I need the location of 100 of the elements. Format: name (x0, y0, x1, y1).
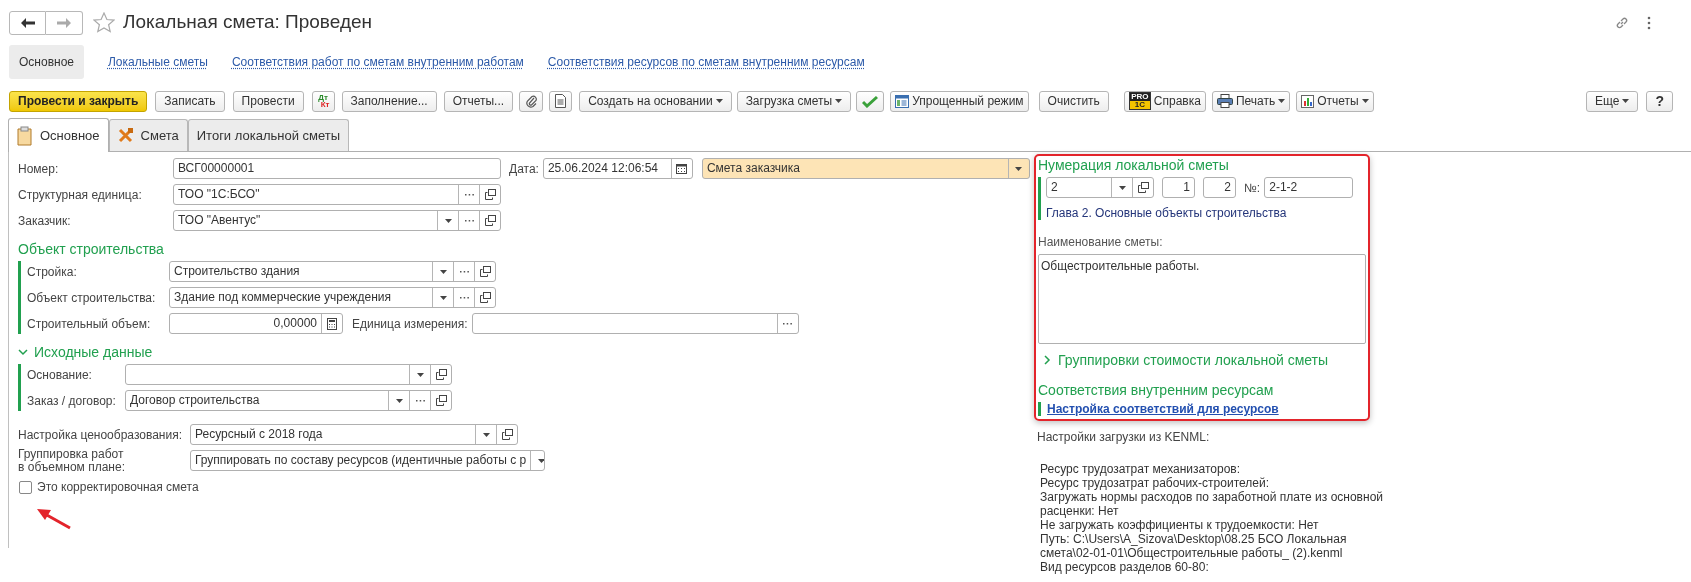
input-field[interactable]: 2-1-2 (1264, 177, 1354, 198)
toolbar-button[interactable]: Отчеты (1296, 90, 1374, 112)
input-field[interactable] (471, 313, 799, 334)
caret-icon (395, 398, 403, 403)
field-label: Наименование сметы: (1038, 234, 1164, 251)
toolbar-button[interactable]: Печать (1211, 90, 1291, 112)
checkbox[interactable] (19, 480, 32, 494)
checkbox-label: Это корректировочная смета (37, 479, 199, 496)
check-button[interactable] (856, 90, 885, 112)
crossed-tools-icon (117, 128, 133, 143)
ellipsis-icon (464, 219, 474, 222)
input-field[interactable]: 0,00000 (169, 313, 343, 334)
checkmark-icon (862, 94, 879, 108)
combo-field[interactable]: Здание под коммерческие учреждения (169, 287, 496, 308)
more-icon[interactable] (1647, 15, 1651, 30)
field-label: Структурная единица: (18, 186, 143, 204)
caret-icon (1015, 166, 1023, 171)
form-tab[interactable]: Смета (108, 119, 188, 151)
field-label: Дата: (509, 160, 539, 178)
ellipsis-icon (783, 322, 793, 325)
caret-icon (1278, 99, 1286, 103)
chevron-right-icon (1042, 355, 1052, 365)
field-label: №: (1244, 179, 1261, 197)
section-tab[interactable]: Соответствия ресурсов по сметам внутренним ресурсам (547, 53, 865, 71)
toolbar-button[interactable]: Провести (232, 90, 304, 112)
post-and-close-button[interactable]: Провести и закрыть (9, 90, 148, 112)
back-button[interactable] (9, 10, 46, 35)
toolbar-button[interactable]: Заполнение... (341, 90, 437, 112)
settings-text: Загружать нормы расходов по заработной плате из основной (1040, 490, 1384, 504)
settings-link[interactable]: Настройка соответствий для ресурсов (1047, 400, 1279, 418)
combo-field[interactable]: Группировать по составу ресурсов (идентичные работы с р (190, 450, 545, 471)
toolbar-button[interactable]: Упрощенный режим (890, 90, 1029, 112)
caret-icon (1118, 185, 1126, 190)
open-window-icon (479, 266, 491, 277)
form-tab[interactable]: Итоги локальной сметы (187, 119, 350, 151)
annotation-arrow (36, 508, 72, 530)
input-field[interactable]: 25.06.2024 12:06:54 (542, 158, 693, 179)
section-tab[interactable]: Основное (9, 45, 84, 79)
document-icon (555, 94, 567, 108)
field-label: Основание: (27, 366, 93, 384)
caret-icon (1361, 99, 1369, 103)
group-toggle[interactable]: Исходные данные (18, 341, 153, 363)
combo-field[interactable]: 2 (1046, 177, 1154, 198)
ellipsis-icon (464, 193, 474, 196)
section-tab[interactable]: Локальные сметы (108, 53, 208, 71)
bar-chart-icon (1301, 94, 1315, 108)
group-toggle[interactable]: Группировки стоимости локальной сметы (1042, 349, 1329, 371)
combo-field[interactable]: Договор строительства (125, 390, 452, 411)
attach-button[interactable] (519, 90, 544, 112)
combo-field[interactable]: ТОО "Авентус" (173, 210, 501, 231)
toolbar-button[interactable]: Очистить (1038, 90, 1109, 112)
caret-icon (1622, 99, 1630, 103)
combo-field[interactable]: Смета заказчика (701, 158, 1030, 179)
ellipsis-icon (459, 270, 469, 273)
input-field[interactable]: ТОО "1С:БСО" (173, 184, 501, 205)
toolbar-dropdown-button[interactable]: Еще (1586, 90, 1639, 112)
caret-icon (715, 99, 723, 103)
combo-field[interactable]: Строительство здания (169, 261, 496, 282)
input-field[interactable]: 1 (1162, 177, 1195, 198)
input-field[interactable]: ВСГ00000001 (173, 158, 501, 179)
caret-icon (482, 432, 490, 437)
back-arrow-icon (20, 17, 35, 28)
caret-icon (537, 458, 544, 463)
combo-field[interactable]: Ресурсный с 2018 года (190, 424, 518, 445)
text-area[interactable]: Общестроительные работы. (1038, 254, 1366, 344)
open-window-icon (484, 215, 496, 226)
debit-label: Дт (317, 94, 329, 101)
section-tab[interactable]: Соответствия работ по сметам внутренним работам (231, 53, 524, 71)
calculator-icon (327, 317, 337, 330)
section-label: Настройки загрузки из KENML: (1037, 429, 1211, 446)
settings-text: Не загружать коэффициенты к трудоемкости: Нет (1040, 518, 1320, 532)
chevron-down-icon (18, 347, 28, 357)
toolbar-button[interactable]: ? (1646, 90, 1673, 112)
debit-credit-button[interactable]: Дт Кт (311, 90, 335, 112)
paperclip-icon (525, 94, 538, 108)
caret-icon (835, 99, 843, 103)
toolbar-dropdown-button[interactable]: Создать на основании (579, 90, 732, 112)
open-window-icon (435, 369, 447, 380)
ellipsis-icon (459, 296, 469, 299)
form-tab[interactable]: Основное (8, 118, 109, 152)
combo-field[interactable] (125, 364, 452, 385)
field-label: Строительный объем: (27, 315, 152, 333)
toolbar-dropdown-button[interactable]: Загрузка сметы (736, 90, 852, 112)
clipboard-icon (17, 125, 32, 146)
document-button[interactable] (549, 90, 573, 112)
caret-icon (416, 372, 424, 377)
calendar-icon (676, 163, 688, 174)
toolbar-button[interactable]: Записать (155, 90, 225, 112)
field-label: Объект строительства: (27, 289, 157, 307)
field-label: Стройка: (27, 263, 78, 281)
toolbar-button[interactable]: Отчеты... (443, 90, 514, 112)
star-icon[interactable] (93, 12, 115, 33)
link-icon[interactable] (1615, 15, 1629, 30)
printer-icon (1216, 94, 1233, 108)
settings-text: Ресурс трудозатрат механизаторов: (1040, 462, 1242, 476)
open-window-icon (435, 395, 447, 406)
field-label: Номер: (18, 160, 60, 178)
input-field[interactable]: 2 (1203, 177, 1236, 198)
group-title: Объект строительства (18, 239, 164, 259)
table-icon (895, 94, 910, 108)
